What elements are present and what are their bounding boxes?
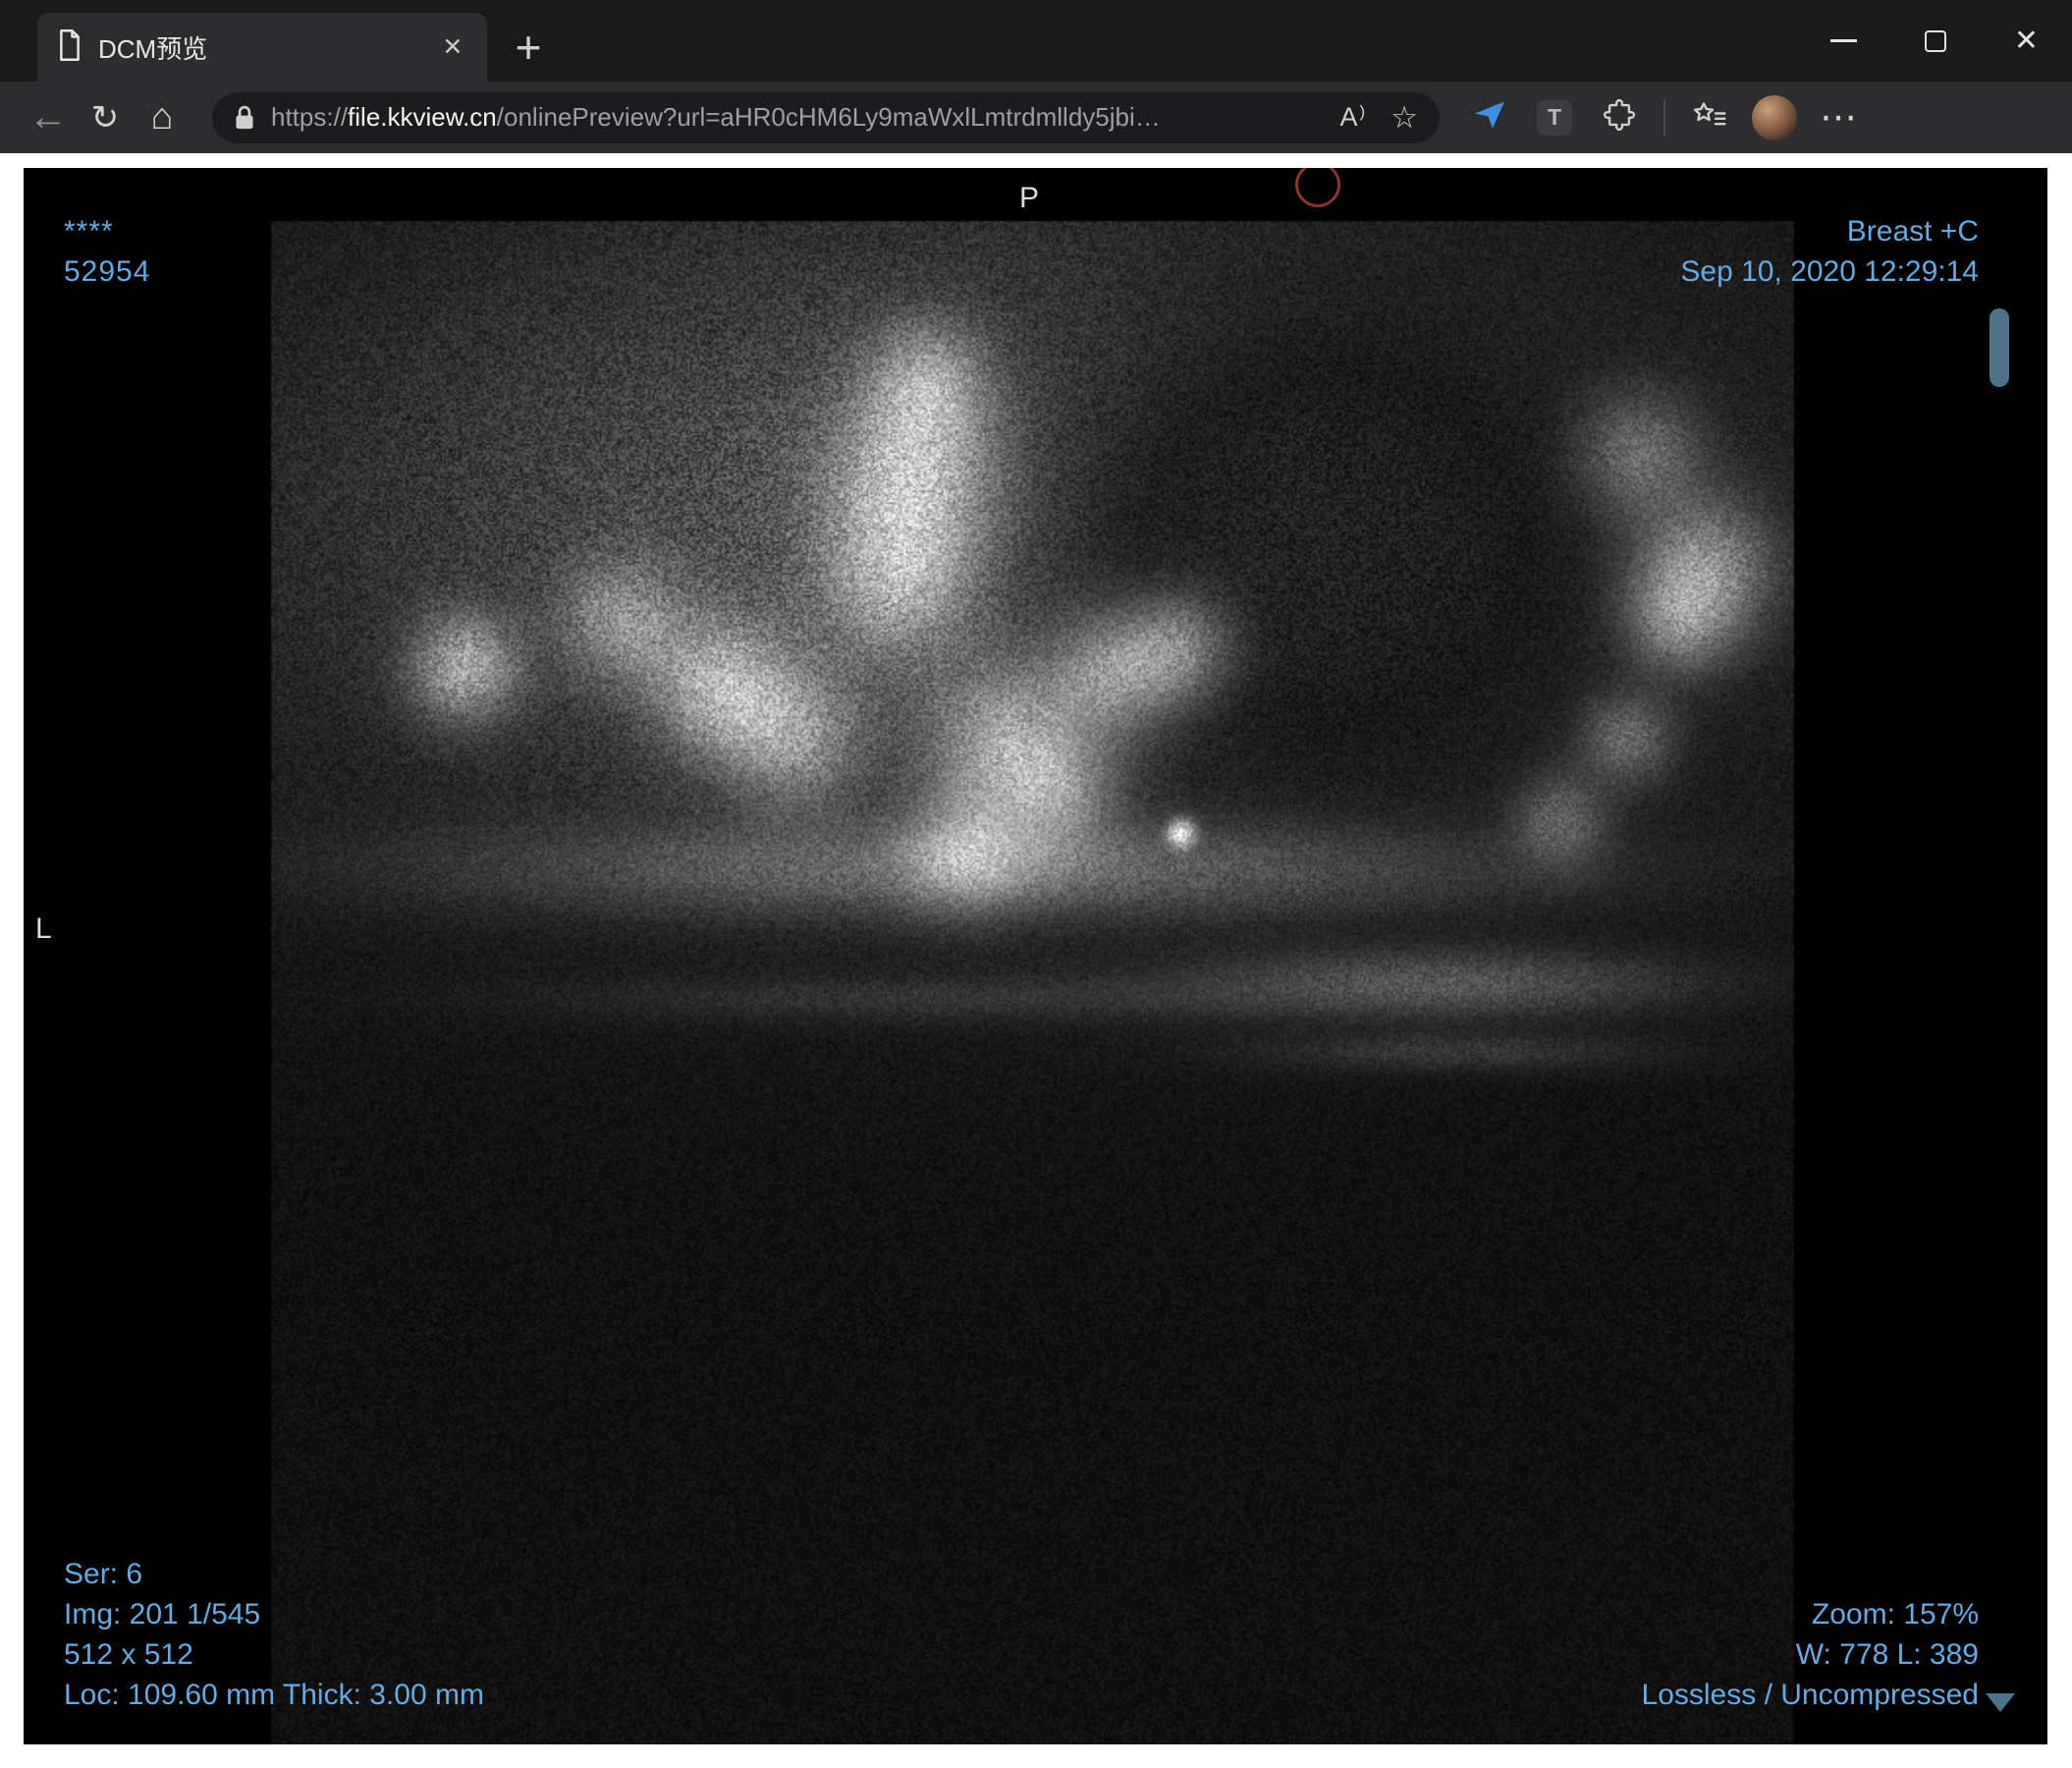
compression-info: Lossless / Uncompressed [1642, 1675, 1979, 1715]
url-path: /onlinePreview?url=aHR0cHM6Ly9maWxlLmtrd… [497, 102, 1161, 132]
patient-number: 52954 [64, 251, 150, 292]
patient-id-masked: **** [64, 211, 150, 251]
read-aloud-wave-icon: ) [1360, 102, 1366, 122]
home-icon: ⌂ [151, 96, 174, 138]
maximize-icon [1925, 30, 1946, 52]
viewer-scroll-down-icon[interactable] [1986, 1693, 2015, 1712]
image-matrix: 512 x 512 [64, 1634, 484, 1675]
overlay-bottom-right: Zoom: 157% W: 778 L: 389 Lossless / Unco… [1642, 1594, 1979, 1715]
tab-title: DCM预览 [98, 29, 432, 66]
extensions-menu-button[interactable] [1587, 90, 1652, 145]
mri-image [24, 168, 2047, 1744]
avatar [1752, 95, 1797, 140]
extensions-row: T ⋯ [1457, 90, 1872, 145]
puzzle-icon [1603, 98, 1636, 137]
extension-script-icon: T [1537, 100, 1572, 136]
more-icon: ⋯ [1820, 95, 1859, 139]
refresh-button[interactable]: ↻ [77, 90, 134, 145]
minimize-icon [1830, 39, 1857, 42]
orientation-posterior-label: P [1019, 182, 1039, 215]
toolbar-divider [1663, 99, 1665, 137]
new-tab-button[interactable]: + [503, 22, 554, 73]
profile-button[interactable] [1742, 90, 1807, 145]
window-controls: ✕ [1798, 0, 2072, 82]
read-aloud-icon: A [1340, 102, 1358, 133]
favorites-hub-button[interactable] [1677, 90, 1742, 145]
favorite-button[interactable]: ☆ [1390, 100, 1418, 136]
settings-more-button[interactable]: ⋯ [1807, 90, 1872, 145]
window-maximize-button[interactable] [1889, 0, 1981, 82]
browser-titlebar: DCM预览 ✕ + ✕ [0, 0, 2072, 82]
zoom-level: Zoom: 157% [1642, 1594, 1979, 1634]
orientation-left-label: L [35, 912, 52, 946]
page-content: **** 52954 Breast +C Sep 10, 2020 12:29:… [0, 153, 2072, 1768]
home-button[interactable]: ⌂ [134, 90, 191, 145]
series-number: Ser: 6 [64, 1554, 484, 1594]
star-icon: ☆ [1390, 100, 1418, 136]
address-bar[interactable]: https://file.kkview.cn/onlinePreview?url… [212, 92, 1440, 143]
lock-icon[interactable] [234, 104, 255, 131]
window-minimize-button[interactable] [1798, 0, 1889, 82]
browser-navbar: ← ↻ ⌂ https://file.kkview.cn/onlinePrevi… [0, 82, 2072, 153]
favorites-hub-icon [1692, 100, 1727, 136]
overlay-top-right: Breast +C Sep 10, 2020 12:29:14 [1680, 211, 1979, 292]
url-text[interactable]: https://file.kkview.cn/onlinePreview?url… [271, 102, 1315, 133]
dicom-viewer[interactable]: **** 52954 Breast +C Sep 10, 2020 12:29:… [24, 168, 2047, 1744]
tab-close-icon[interactable]: ✕ [432, 27, 473, 68]
overlay-bottom-left: Ser: 6 Img: 201 1/545 512 x 512 Loc: 109… [64, 1554, 484, 1715]
study-datetime: Sep 10, 2020 12:29:14 [1680, 251, 1979, 292]
image-index: Img: 201 1/545 [64, 1594, 484, 1634]
window-level: W: 778 L: 389 [1642, 1634, 1979, 1675]
refresh-icon: ↻ [91, 98, 120, 138]
window-close-button[interactable]: ✕ [1981, 0, 2072, 82]
browser-window: DCM预览 ✕ + ✕ ← ↻ ⌂ https://file.kkview.cn… [0, 0, 2072, 1768]
slice-location: Loc: 109.60 mm Thick: 3.00 mm [64, 1675, 484, 1715]
viewer-scrollbar-thumb[interactable] [1990, 308, 2009, 387]
extension-script-button[interactable]: T [1522, 90, 1587, 145]
url-host: file.kkview.cn [348, 102, 497, 132]
url-scheme: https:// [271, 102, 348, 132]
browser-tab[interactable]: DCM预览 ✕ [37, 13, 487, 82]
study-description: Breast +C [1680, 211, 1979, 251]
overlay-top-left: **** 52954 [64, 211, 150, 292]
read-aloud-button[interactable]: A) [1340, 102, 1366, 133]
page-favicon-icon [57, 29, 82, 66]
extension-translate-button[interactable] [1457, 90, 1522, 145]
back-icon: ← [28, 95, 68, 139]
back-button[interactable]: ← [20, 90, 77, 145]
extension-translate-icon [1472, 97, 1507, 138]
